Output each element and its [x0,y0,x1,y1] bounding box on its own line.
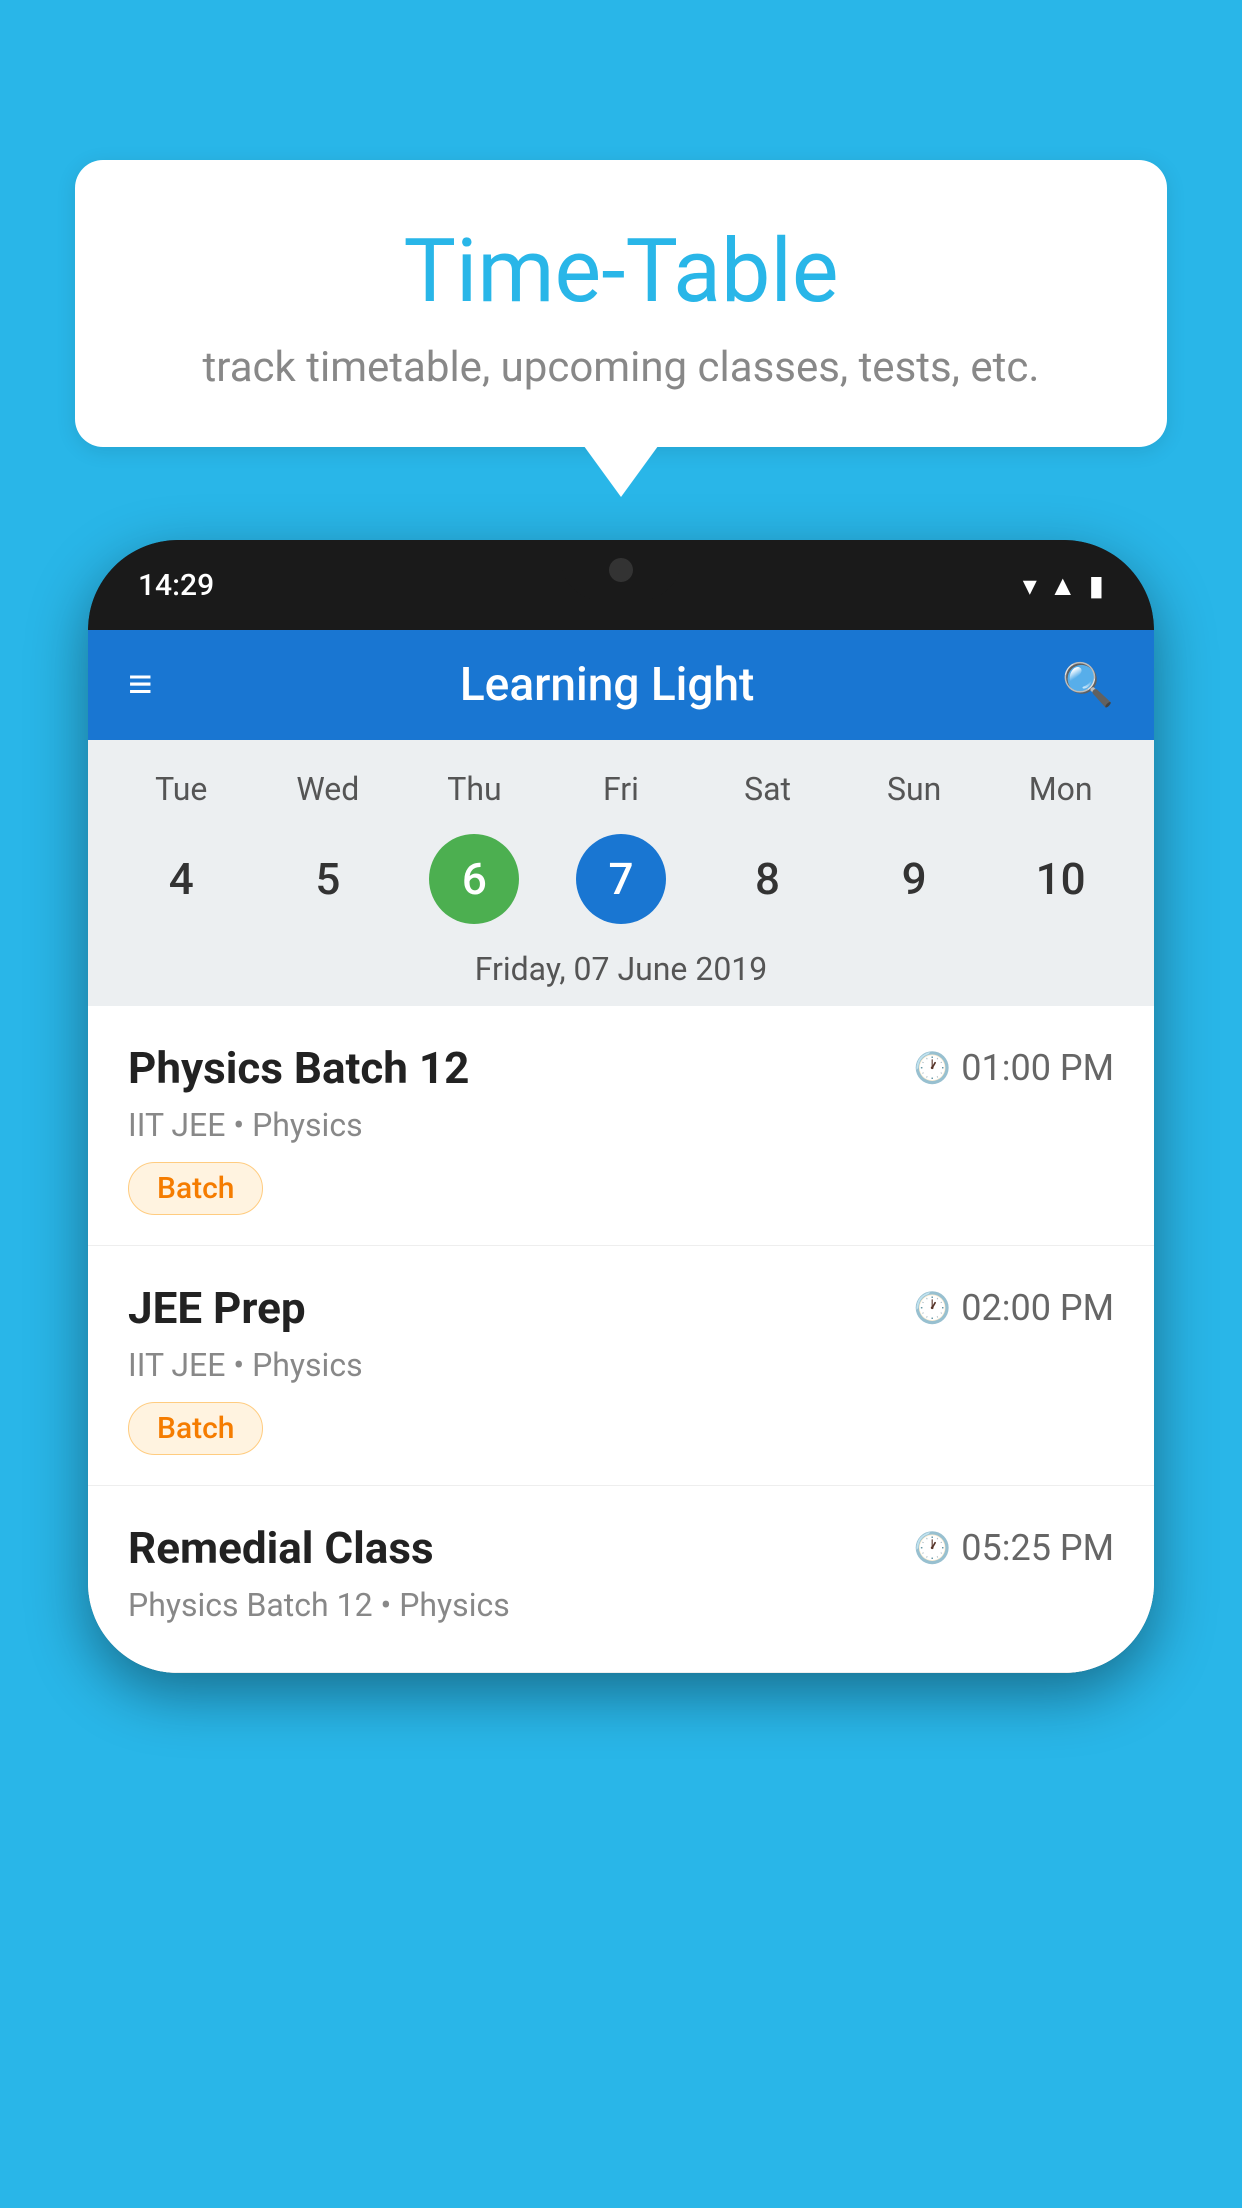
schedule-item-header: Remedial Class 🕐 05:25 PM [128,1522,1114,1574]
status-bar: 14:29 ▾ ▲ ▮ [88,540,1154,630]
schedule-item[interactable]: Physics Batch 12 🕐 01:00 PM IIT JEE • Phys… [88,1006,1154,1246]
calendar-date[interactable]: 6 [429,834,519,924]
schedule-item-time: 🕐 01:00 PM [914,1047,1114,1089]
schedule-item-header: JEE Prep 🕐 02:00 PM [128,1282,1114,1334]
schedule-item[interactable]: Remedial Class 🕐 05:25 PM Physics Batch 12… [88,1486,1154,1673]
schedule-item-title: Physics Batch 12 [128,1042,469,1094]
wifi-icon: ▾ [1023,569,1037,602]
signal-icon: ▲ [1049,569,1077,602]
clock-icon: 🕐 [914,1531,951,1566]
schedule-list: Physics Batch 12 🕐 01:00 PM IIT JEE • Phys… [88,1006,1154,1673]
schedule-item-time: 🕐 05:25 PM [914,1527,1114,1569]
calendar-section: Tue Wed Thu Fri Sat Sun Mon 456789 10 Friday, 0… [88,740,1154,1006]
calendar-day-name: Wed [268,770,388,808]
schedule-item-subtitle: Physics Batch 12 • Physics [128,1586,1114,1624]
calendar-label: Friday, 07 June 2019 [88,940,1154,1006]
calendar-day-name: Sun [854,770,974,808]
schedule-item[interactable]: JEE Prep 🕐 02:00 PM IIT JEE • Physics Batch [88,1246,1154,1486]
bubble-title: Time-Table [125,220,1117,323]
clock-icon: 🕐 [914,1051,951,1086]
battery-icon: ▮ [1089,569,1104,602]
calendar-day-name: Mon [1001,770,1121,808]
calendar-days-header: Tue Wed Thu Fri Sat Sun Mon [88,760,1154,824]
phone-screen: ≡ Learning Light 🔍 Tue Wed Thu Fri Sat Sun Mon… [88,630,1154,1673]
calendar-dates: 456789 10 [88,824,1154,940]
schedule-item-title: JEE Prep [128,1282,306,1334]
bubble-subtitle: track timetable, upcoming classes, tests… [125,343,1117,392]
calendar-day-name: Thu [414,770,534,808]
batch-tag: Batch [128,1162,263,1215]
schedule-item-time: 🕐 02:00 PM [914,1287,1114,1329]
schedule-item-subtitle: IIT JEE • Physics [128,1346,1114,1384]
calendar-date[interactable]: 5 [283,834,373,924]
calendar-date[interactable]: 7 [576,834,666,924]
schedule-item-header: Physics Batch 12 🕐 01:00 PM [128,1042,1114,1094]
schedule-item-title: Remedial Class [128,1522,434,1574]
status-icons: ▾ ▲ ▮ [1023,569,1104,602]
calendar-day-name: Tue [121,770,241,808]
search-icon[interactable]: 🔍 [1062,661,1114,710]
phone-mockup: 14:29 ▾ ▲ ▮ ≡ Learning Light 🔍 Tue Wed Thu… [88,540,1154,1673]
calendar-date[interactable]: 4 [136,834,226,924]
hamburger-icon[interactable]: ≡ [128,664,153,706]
app-header: ≡ Learning Light 🔍 [88,630,1154,740]
status-time: 14:29 [138,568,214,603]
calendar-date[interactable]: 10 [1016,834,1106,924]
calendar-date[interactable]: 8 [723,834,813,924]
clock-icon: 🕐 [914,1291,951,1326]
batch-tag: Batch [128,1402,263,1455]
speech-bubble: Time-Table track timetable, upcoming cla… [75,160,1167,447]
schedule-item-subtitle: IIT JEE • Physics [128,1106,1114,1144]
calendar-date[interactable]: 9 [869,834,959,924]
calendar-day-name: Fri [561,770,681,808]
app-title: Learning Light [460,658,755,712]
camera [609,558,633,582]
calendar-day-name: Sat [708,770,828,808]
notch [561,540,681,600]
phone-wrapper: 14:29 ▾ ▲ ▮ ≡ Learning Light 🔍 Tue Wed Thu… [88,540,1154,2208]
